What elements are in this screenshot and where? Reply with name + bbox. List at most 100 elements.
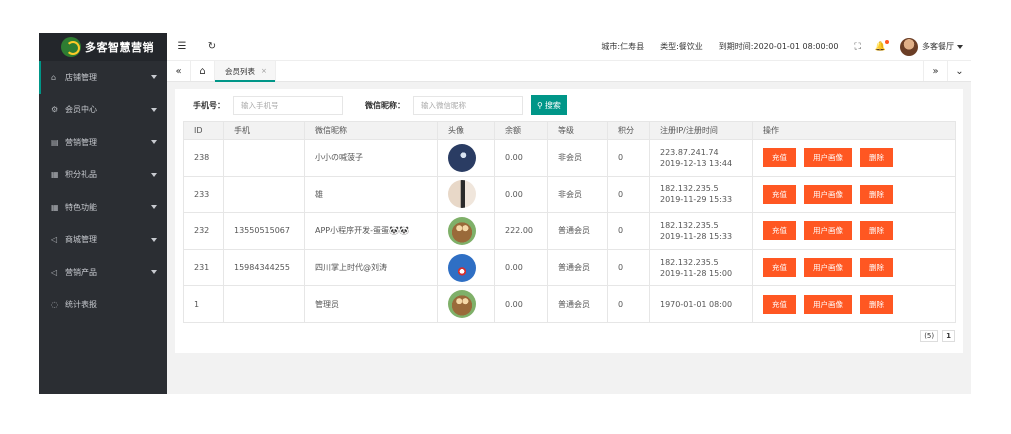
chevron-down-icon bbox=[151, 237, 157, 242]
table-header: ID 手机 微信昵称 头像 余额 等级 积分 注册IP/注册时间 操作 bbox=[183, 121, 956, 140]
register-time: 2019-11-29 15:33 bbox=[660, 195, 733, 205]
bell-icon[interactable]: 🔔 bbox=[875, 39, 889, 52]
register-time: 2019-12-13 13:44 bbox=[660, 158, 733, 168]
user-profile-button[interactable]: 用户画像 bbox=[804, 221, 852, 241]
member-table: ID 手机 微信昵称 头像 余额 等级 积分 注册IP/注册时间 操作 238 小小の喊菠子 0.0… bbox=[183, 121, 956, 323]
sidebar-item-0[interactable]: ⌂ 店铺管理 bbox=[39, 61, 167, 94]
cell-avatar bbox=[437, 248, 495, 287]
cell-phone bbox=[223, 175, 305, 214]
recharge-button[interactable]: 充值 bbox=[763, 184, 796, 204]
cell-level: 非会员 bbox=[547, 175, 608, 214]
home-tab-icon[interactable]: ⌂ bbox=[191, 61, 215, 81]
sidebar-item-5[interactable]: ◁ 商城管理 bbox=[39, 224, 167, 257]
cell-nickname: 小小の喊菠子 bbox=[304, 139, 438, 177]
fullscreen-icon[interactable]: ⛶ bbox=[854, 42, 860, 52]
cell-points: 0 bbox=[607, 139, 650, 177]
refresh-icon[interactable]: ↻ bbox=[197, 41, 227, 52]
sidebar-item-2[interactable]: ▤ 营销管理 bbox=[39, 126, 167, 159]
chevron-down-icon bbox=[151, 140, 157, 144]
sidebar-item-3[interactable]: ▦ 积分礼品 bbox=[39, 159, 167, 192]
recharge-button[interactable]: 充值 bbox=[763, 294, 796, 314]
sidebar-item-4[interactable]: ▦ 特色功能 bbox=[39, 191, 167, 224]
chevron-down-icon bbox=[151, 205, 157, 209]
avatar bbox=[448, 216, 476, 245]
cell-level: 普通会员 bbox=[547, 212, 608, 250]
logo-text: 多客智慧营销 bbox=[85, 41, 154, 54]
delete-button[interactable]: 删除 bbox=[860, 221, 893, 241]
nickname-label: 微信昵称： bbox=[365, 100, 405, 110]
page-1-button[interactable]: 1 bbox=[942, 330, 955, 342]
sidebar-item-1[interactable]: ⚙ 会员中心 bbox=[39, 94, 167, 127]
avatar bbox=[900, 37, 918, 56]
table-row: 233 雄 0.00 非会员 0 182.132.235.5 2019-11-29 15:3… bbox=[183, 175, 956, 214]
cell-nickname: APP小程序开发-蛋蛋🐼🐼 bbox=[304, 212, 438, 250]
user-name: 多客餐厅 bbox=[922, 42, 954, 51]
register-time: 2019-11-28 15:33 bbox=[660, 231, 733, 241]
gear-icon: ⚙ bbox=[51, 105, 59, 115]
chevron-down-icon[interactable]: ⌄ bbox=[947, 61, 971, 81]
sidebar-item-7[interactable]: ◌ 统计表报 bbox=[39, 289, 167, 322]
tab-scroll-left-icon[interactable]: « bbox=[167, 61, 191, 81]
search-icon: ⚲ bbox=[537, 100, 543, 110]
cell-points: 0 bbox=[607, 285, 650, 323]
chevron-down-icon bbox=[151, 172, 157, 177]
header: ☰ ↻ 城市:仁寿县 类型:餐饮业 到期时间:2020-01-01 08:00:… bbox=[167, 33, 971, 61]
book-icon: ▤ bbox=[51, 137, 59, 147]
table-row: 1 管理员 0.00 普通会员 0 1970-01-01 08:00 充值 用户画像 删除 bbox=[183, 285, 956, 323]
delete-button[interactable]: 删除 bbox=[860, 294, 893, 314]
close-icon[interactable]: × bbox=[261, 67, 267, 75]
chevron-down-icon bbox=[151, 270, 157, 274]
search-button[interactable]: ⚲ 搜索 bbox=[531, 95, 567, 115]
nickname-input[interactable] bbox=[413, 95, 523, 115]
search-button-label: 搜索 bbox=[544, 100, 561, 110]
app-window: 多客智慧营销 ⌂ 店铺管理 ⚙ 会员中心 ▤ 营销管理 ▦ 积分礼品 ▦ 特色功能 ◁ 商城管理 ◁ 营销… bbox=[39, 33, 971, 394]
cell-id: 233 bbox=[183, 175, 224, 214]
recharge-button[interactable]: 充值 bbox=[763, 221, 796, 241]
cell-balance: 0.00 bbox=[494, 248, 548, 287]
avatar bbox=[448, 143, 476, 172]
phone-input[interactable] bbox=[233, 95, 343, 115]
logo[interactable]: 多客智慧营销 bbox=[39, 33, 167, 61]
menu-toggle-icon[interactable]: ☰ bbox=[167, 41, 197, 52]
home-icon: ⌂ bbox=[51, 72, 57, 82]
tab-member-list[interactable]: 会员列表 × bbox=[215, 61, 276, 82]
tab-bar: « ⌂ 会员列表 × » ⌄ bbox=[167, 61, 971, 82]
avatar bbox=[448, 180, 476, 209]
cell-nickname: 四川掌上时代@刘涛 bbox=[304, 248, 438, 287]
column-header: 等级 bbox=[547, 121, 608, 140]
cell-avatar bbox=[437, 285, 495, 323]
table-row: 238 小小の喊菠子 0.00 非会员 0 223.87.241.74 2019-12-13… bbox=[183, 139, 956, 177]
cell-level: 普通会员 bbox=[547, 285, 608, 323]
sidebar-item-label: 统计表报 bbox=[65, 300, 97, 310]
sidebar-item-6[interactable]: ◁ 营销产品 bbox=[39, 256, 167, 289]
cell-id: 238 bbox=[183, 139, 224, 177]
delete-button[interactable]: 删除 bbox=[860, 184, 893, 204]
column-header: 手机 bbox=[223, 121, 305, 140]
grid-icon: ▦ bbox=[51, 170, 59, 180]
sidebar: 多客智慧营销 ⌂ 店铺管理 ⚙ 会员中心 ▤ 营销管理 ▦ 积分礼品 ▦ 特色功能 ◁ 商城管理 ◁ 营销… bbox=[39, 33, 167, 394]
cell-level: 非会员 bbox=[547, 139, 608, 177]
user-menu[interactable]: 多客餐厅 bbox=[900, 37, 963, 56]
cell-nickname: 雄 bbox=[304, 175, 438, 214]
cell-actions: 充值 用户画像 删除 bbox=[752, 139, 956, 177]
cell-balance: 222.00 bbox=[494, 212, 548, 250]
user-profile-button[interactable]: 用户画像 bbox=[804, 294, 852, 314]
cell-level: 普通会员 bbox=[547, 248, 608, 287]
delete-button[interactable]: 删除 bbox=[860, 258, 893, 278]
city-info: 城市:仁寿县 bbox=[601, 42, 645, 51]
cell-register-info: 1970-01-01 08:00 bbox=[649, 285, 753, 323]
delete-button[interactable]: 删除 bbox=[860, 148, 893, 168]
user-profile-button[interactable]: 用户画像 bbox=[804, 148, 852, 168]
logo-icon bbox=[61, 37, 81, 57]
recharge-button[interactable]: 充值 bbox=[763, 148, 796, 168]
cell-avatar bbox=[437, 139, 495, 177]
user-profile-button[interactable]: 用户画像 bbox=[804, 184, 852, 204]
user-profile-button[interactable]: 用户画像 bbox=[804, 258, 852, 278]
cell-actions: 充值 用户画像 删除 bbox=[752, 248, 956, 287]
cell-actions: 充值 用户画像 删除 bbox=[752, 212, 956, 250]
tab-scroll-right-icon[interactable]: » bbox=[923, 61, 947, 81]
sidebar-nav: ⌂ 店铺管理 ⚙ 会员中心 ▤ 营销管理 ▦ 积分礼品 ▦ 特色功能 ◁ 商城管理 ◁ 营销产品 ◌ 统计表报 bbox=[39, 61, 167, 321]
column-header: 积分 bbox=[607, 121, 650, 140]
recharge-button[interactable]: 充值 bbox=[763, 258, 796, 278]
type-info: 类型:餐饮业 bbox=[660, 42, 703, 51]
